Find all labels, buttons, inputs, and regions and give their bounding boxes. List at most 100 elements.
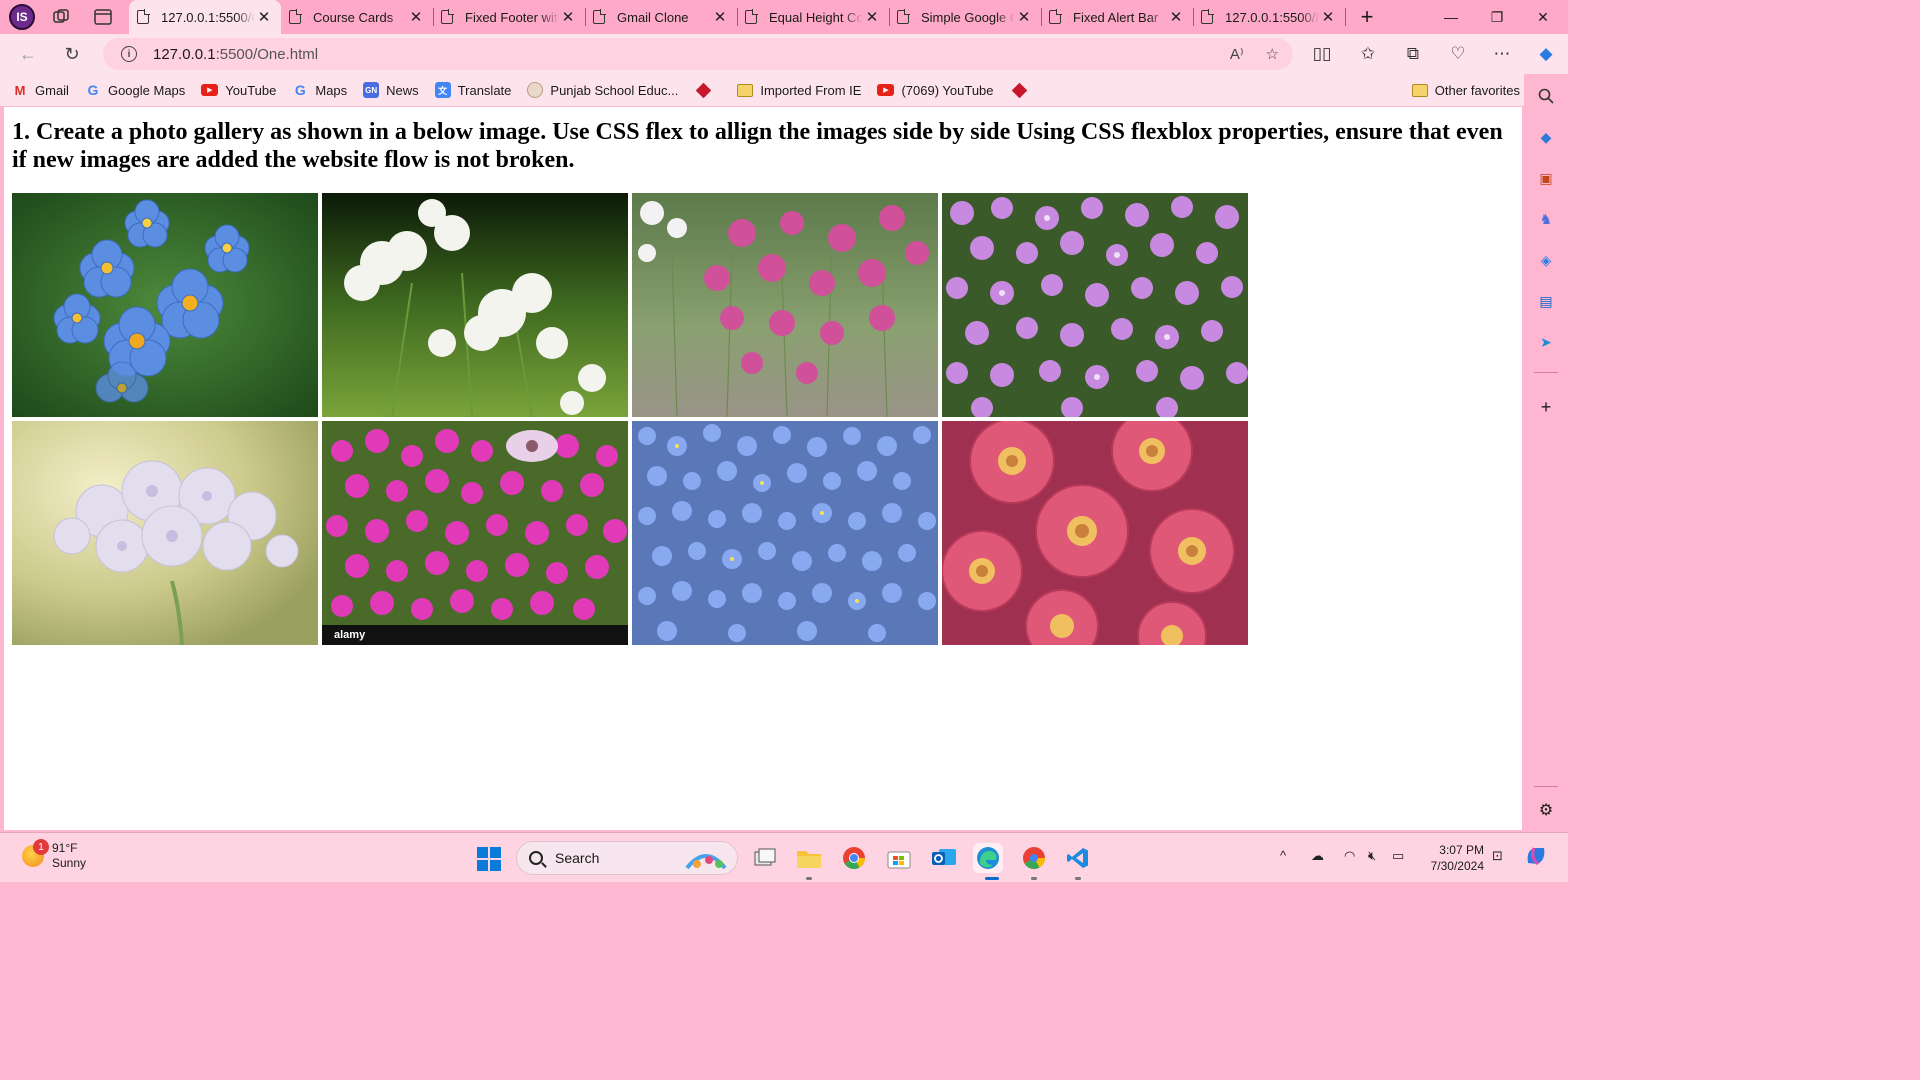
split-screen-icon[interactable]: ▯▯ (1306, 38, 1338, 70)
close-icon[interactable]: ✕ (1167, 8, 1185, 26)
tab-actions-icon[interactable] (85, 2, 121, 32)
tab-fixed-footer[interactable]: Fixed Footer with Content✕ (433, 0, 586, 34)
shopping-tag-icon[interactable]: ◆ (1536, 127, 1556, 147)
search-icon[interactable] (1536, 86, 1556, 106)
file-explorer-icon[interactable] (794, 843, 824, 873)
tab-fixed-html[interactable]: 127.0.0.1:5500/Fixed✕ (1193, 0, 1346, 34)
microsoft-store-icon[interactable] (884, 843, 914, 873)
blue-small-flowers-photo (632, 421, 938, 645)
favorite-star-icon[interactable]: ☆ (1266, 45, 1279, 63)
games-icon[interactable]: ♞ (1536, 209, 1556, 229)
favorites-icon[interactable]: ✩ (1352, 38, 1384, 70)
new-tab-button[interactable]: + (1349, 2, 1385, 32)
translate-icon: 文 (434, 82, 451, 98)
workspaces-icon[interactable] (43, 2, 79, 32)
other-favorites-folder[interactable]: Other favorites (1411, 83, 1520, 98)
add-sidebar-item-icon[interactable]: + (1536, 397, 1556, 417)
tab-title: Fixed Footer with Content (465, 9, 559, 25)
bookmark-diamond-icon[interactable] (1011, 82, 1027, 98)
task-view-icon[interactable] (750, 843, 780, 873)
close-icon[interactable]: ✕ (559, 8, 577, 26)
favorite-news[interactable]: GN News (363, 82, 419, 98)
tab-simple-google[interactable]: Simple Google Clone✕ (889, 0, 1042, 34)
tab-gmail-clone[interactable]: Gmail Clone ✕ (585, 0, 738, 34)
battery-icon[interactable]: ▭ (1392, 848, 1404, 864)
profile-avatar[interactable]: IS (9, 4, 35, 30)
chrome-profile-icon[interactable] (1019, 843, 1049, 873)
back-button[interactable]: ← (10, 38, 46, 70)
notifications-icon[interactable]: ⊡ (1492, 848, 1503, 864)
vscode-icon[interactable] (1063, 843, 1093, 873)
weather-temp: 91°F (52, 841, 78, 855)
pink-gerbera-photo (942, 421, 1248, 645)
wifi-icon[interactable]: ◠ (1344, 848, 1355, 864)
page-content: 1. Create a photo gallery as shown in a … (4, 107, 1522, 830)
page-icon (137, 9, 150, 24)
close-icon[interactable]: ✕ (255, 8, 273, 26)
page-icon (441, 9, 454, 24)
close-window-button[interactable]: ✕ (1520, 0, 1566, 34)
show-hidden-icons[interactable]: ^ (1280, 848, 1286, 863)
url-text: 127.0.0.1:5500/One.html (153, 45, 319, 63)
read-aloud-icon[interactable]: A⁾ (1230, 45, 1244, 63)
favorite-youtube[interactable]: ▶ YouTube (201, 83, 276, 98)
search-label: Search (555, 850, 600, 866)
page-icon (593, 9, 606, 24)
minimize-button[interactable]: — (1428, 0, 1474, 34)
weather-widget[interactable]: 1 91°F Sunny (22, 839, 86, 871)
close-icon[interactable]: ✕ (1015, 8, 1033, 26)
favorite-punjab-school[interactable]: Punjab School Educ... (527, 82, 678, 98)
tab-fixed-alert[interactable]: Fixed Alert Bar ✕ (1041, 0, 1194, 34)
taskbar-search[interactable]: Search (516, 841, 738, 875)
refresh-button[interactable]: ↻ (54, 38, 90, 70)
clock[interactable]: 3:07 PM 7/30/2024 (1424, 842, 1484, 874)
close-icon[interactable]: ✕ (1319, 8, 1337, 26)
favorite-gmail[interactable]: M Gmail (12, 82, 69, 98)
close-icon[interactable]: ✕ (407, 8, 425, 26)
volume-muted-icon[interactable]: 🔇︎ (1368, 848, 1376, 864)
search-highlight-icon (685, 854, 727, 870)
favorite-youtube-7069[interactable]: ▶ (7069) YouTube (877, 83, 994, 98)
settings-gear-icon[interactable]: ⚙ (1536, 800, 1556, 820)
watermark-bar: alamy (322, 625, 628, 645)
tab-equal-height[interactable]: Equal Height Columns✕ (737, 0, 890, 34)
sun-icon: 1 (22, 839, 49, 867)
favorite-folder-imported[interactable]: Imported From IE (737, 83, 861, 98)
page-icon (745, 9, 758, 24)
microsoft365-icon[interactable]: ◈ (1536, 250, 1556, 270)
close-icon[interactable]: ✕ (863, 8, 881, 26)
favorite-maps[interactable]: G Maps (292, 82, 347, 98)
magenta-phlox-photo: alamy (322, 421, 628, 645)
send-icon[interactable]: ➤ (1536, 332, 1556, 352)
copilot-icon[interactable]: ◆ (1530, 38, 1562, 70)
collections-icon[interactable]: ⧉ (1397, 38, 1429, 70)
school-icon (527, 82, 544, 98)
tools-icon[interactable]: ▣ (1536, 168, 1556, 188)
search-icon (529, 851, 543, 865)
site-info-icon[interactable]: i (121, 46, 137, 62)
favorite-translate[interactable]: 文 Translate (434, 82, 511, 98)
onedrive-icon[interactable]: ☁ (1311, 848, 1324, 864)
tab-one-html[interactable]: 127.0.0.1:5500/One.html✕ (129, 0, 281, 34)
browser-essentials-icon[interactable]: ♡ (1442, 38, 1474, 70)
page-icon (1049, 9, 1062, 24)
chrome-icon[interactable] (839, 843, 869, 873)
pink-thrift-flowers-photo (632, 193, 938, 417)
close-icon[interactable]: ✕ (711, 8, 729, 26)
photo-gallery: alamy (12, 193, 1253, 645)
start-button[interactable] (477, 847, 501, 871)
gmail-icon: M (14, 82, 26, 98)
bookmark-diamond-icon[interactable] (696, 82, 712, 98)
restore-button[interactable]: ❐ (1474, 0, 1520, 34)
edge-icon[interactable] (973, 843, 1003, 873)
address-bar[interactable]: i 127.0.0.1:5500/One.html A⁾ ☆ (103, 38, 1293, 70)
outlook-new-icon[interactable] (929, 843, 959, 873)
tab-title: 127.0.0.1:5500/One.html (161, 9, 255, 25)
page-heading: 1. Create a photo gallery as shown in a … (12, 119, 1503, 173)
more-options-icon[interactable]: ⋯ (1486, 38, 1518, 70)
favorite-google-maps[interactable]: G Google Maps (85, 82, 186, 98)
outlook-icon[interactable]: ▤ (1536, 291, 1556, 311)
tab-course-cards[interactable]: Course Cards ✕ (281, 0, 434, 34)
copilot-preview-icon[interactable] (1524, 845, 1548, 870)
page-icon (289, 9, 302, 24)
